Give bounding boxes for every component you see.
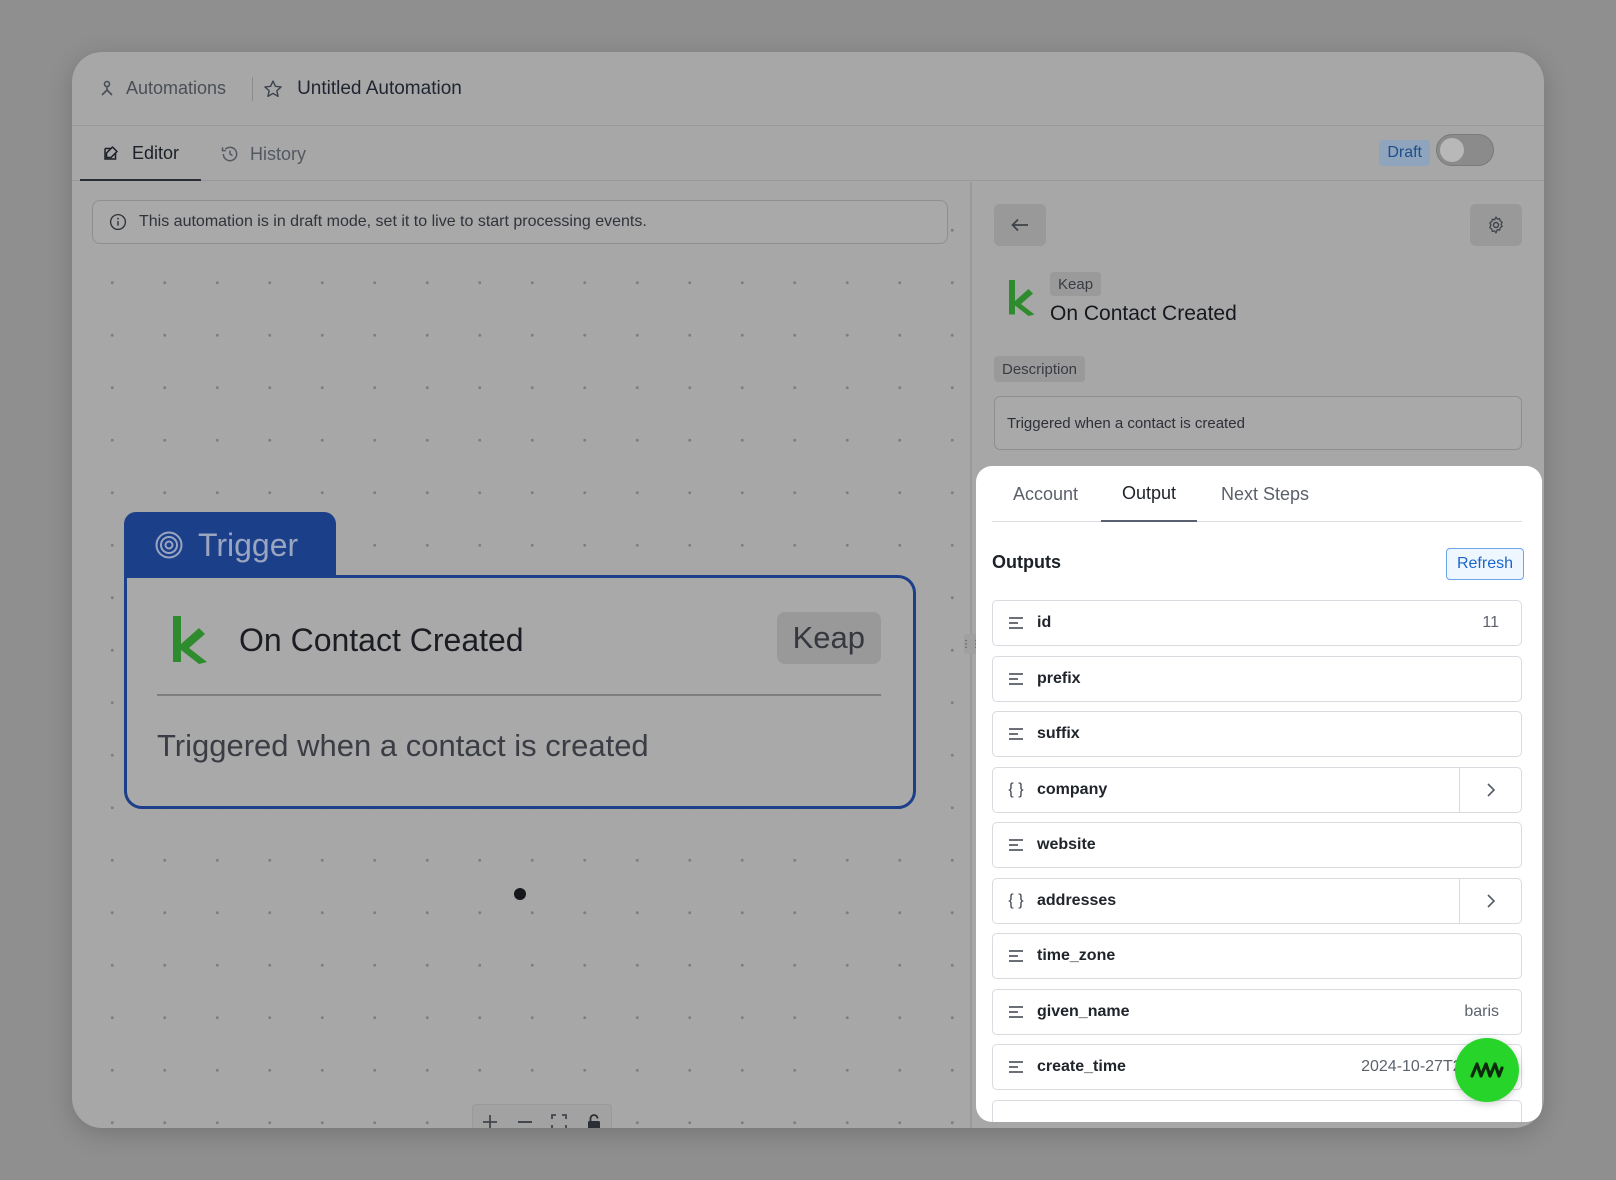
output-row-suffix[interactable]: suffix [992,711,1522,757]
assistant-logo-icon [1470,1062,1504,1078]
output-name: prefix [1037,669,1081,687]
workflow-canvas[interactable]: This automation is in draft mode, set it… [72,182,970,1128]
automations-icon [98,80,116,98]
output-row-prefix[interactable]: prefix [992,655,1522,702]
tab-editor[interactable]: Editor [80,127,202,181]
tab-history-label: History [250,143,307,164]
breadcrumb-parent-label: Automations [126,78,227,98]
text-field-icon [1005,728,1027,740]
trigger-node-top: On Contact Created Keap [157,608,881,696]
output-row-website[interactable]: website [992,822,1522,868]
text-field-icon [1005,839,1027,851]
keap-logo-icon [1006,278,1036,318]
output-name: addresses [1037,891,1117,909]
output-row-create-time[interactable]: create_time 2024-10-27T20:48:04 [992,1044,1522,1090]
tab-history[interactable]: History [198,127,328,181]
gear-icon [1489,216,1503,234]
panel-tabs: Account Output Next Steps [992,466,1522,522]
star-icon[interactable] [263,78,285,100]
assistant-fab-button[interactable] [1455,1038,1519,1102]
output-panel: Account Output Next Steps Outputs Refres… [976,466,1542,1122]
output-name: time_zone [1037,947,1116,964]
canvas-controls [472,1104,612,1128]
output-row-company[interactable]: { } company [992,766,1522,813]
settings-button[interactable] [1470,204,1522,246]
breadcrumb-automations[interactable]: Automations [98,78,226,99]
trigger-node-title: On Contact Created [239,622,524,658]
edit-icon [102,143,122,163]
chevron-right-icon [1486,893,1495,908]
output-name: given_name [1037,1002,1130,1020]
breadcrumb-separator [252,76,254,101]
info-icon [109,212,129,232]
live-toggle[interactable] [1436,134,1494,166]
app-name-tag: Keap [1050,272,1102,296]
node-connector-handle[interactable] [514,888,526,900]
refresh-button[interactable]: Refresh [1445,548,1524,580]
output-name: website [1037,836,1096,853]
fit-view-icon[interactable] [546,1109,572,1128]
tab-account[interactable]: Account [992,466,1099,522]
target-icon [154,529,186,561]
description-field[interactable]: Triggered when a contact is created [994,396,1522,450]
trigger-node[interactable]: On Contact Created Keap Triggered when a… [124,575,916,809]
back-button[interactable] [994,204,1046,246]
trigger-app-badge: Keap [776,612,881,664]
lock-icon[interactable] [581,1109,607,1128]
text-field-icon [1005,1061,1027,1073]
output-value: baris [1464,1002,1499,1020]
text-field-icon [1005,672,1027,685]
object-braces-icon: { } [1008,891,1024,909]
description-label: Description [994,356,1086,382]
trigger-node-header[interactable]: Trigger [124,512,336,578]
outputs-heading: Outputs [992,552,1061,572]
output-value: 11 [1482,614,1499,631]
trigger-header-label: Trigger [198,526,299,563]
trigger-node-description: Triggered when a contact is created [157,728,649,763]
zoom-in-icon[interactable] [477,1109,503,1128]
object-braces-icon: { } [1008,780,1024,798]
output-row-partial[interactable] [992,1099,1522,1122]
toggle-knob [1440,138,1464,162]
tab-output[interactable]: Output [1101,466,1198,522]
output-name: id [1037,614,1052,631]
output-name: suffix [1037,725,1080,742]
output-list: id 11 prefix suffix { } company website … [992,600,1522,1122]
automation-title[interactable]: Untitled Automation [297,78,462,100]
output-row-given-name[interactable]: given_name baris [992,988,1522,1035]
output-row-time-zone[interactable]: time_zone [992,933,1522,979]
chevron-right-icon [1486,782,1495,797]
expand-button[interactable] [1459,767,1521,812]
output-name: create_time [1037,1058,1126,1075]
editor-tabs: Editor History [72,127,1544,181]
history-icon [220,144,240,164]
output-row-id[interactable]: id 11 [992,600,1522,646]
zoom-out-icon[interactable] [512,1109,538,1128]
text-field-icon [1005,950,1027,962]
keap-logo-icon [169,614,209,666]
draft-info-banner: This automation is in draft mode, set it… [92,200,948,244]
output-name: company [1037,780,1108,798]
status-badge: Draft [1379,140,1430,166]
output-row-addresses[interactable]: { } addresses [992,877,1522,924]
arrow-left-icon [1011,218,1028,232]
tab-editor-label: Editor [132,142,180,163]
tab-next-steps[interactable]: Next Steps [1200,466,1330,522]
text-field-icon [1005,617,1027,629]
banner-text: This automation is in draft mode, set it… [139,213,647,230]
sidebar-title: On Contact Created [1050,302,1237,325]
top-bar: Automations Untitled Automation [72,52,1544,126]
text-field-icon [1005,1005,1027,1018]
expand-button[interactable] [1459,878,1521,923]
